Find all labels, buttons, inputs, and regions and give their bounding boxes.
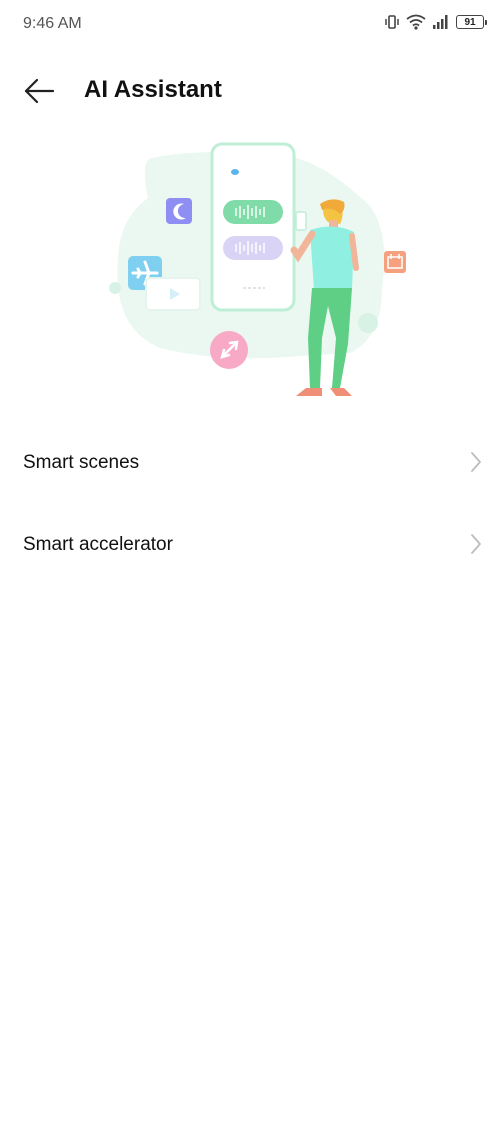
smart-scenes-label: Smart scenes <box>23 452 140 473</box>
status-time: 9:46 AM <box>23 15 82 32</box>
settings-list: Smart scenes Smart accelerator <box>0 422 504 586</box>
smart-scenes-item[interactable]: Smart scenes <box>0 422 504 504</box>
back-button[interactable] <box>18 70 60 112</box>
battery-icon: 91 <box>456 15 487 29</box>
arrow-left-icon <box>24 78 55 104</box>
signal-icon <box>432 14 450 30</box>
chevron-right-icon <box>471 534 481 554</box>
smart-accelerator-label: Smart accelerator <box>23 534 173 555</box>
status-bar: 9:46 AM 91 <box>0 0 504 50</box>
smart-accelerator-item[interactable]: Smart accelerator <box>0 504 504 586</box>
page-title: AI Assistant <box>84 76 222 103</box>
ai-assistant-illustration <box>100 138 412 414</box>
app-bar: AI Assistant <box>0 60 504 120</box>
status-icons: 91 <box>384 14 487 30</box>
vibrate-icon <box>384 14 400 30</box>
chevron-right-icon <box>471 452 481 472</box>
wifi-icon <box>406 14 426 30</box>
